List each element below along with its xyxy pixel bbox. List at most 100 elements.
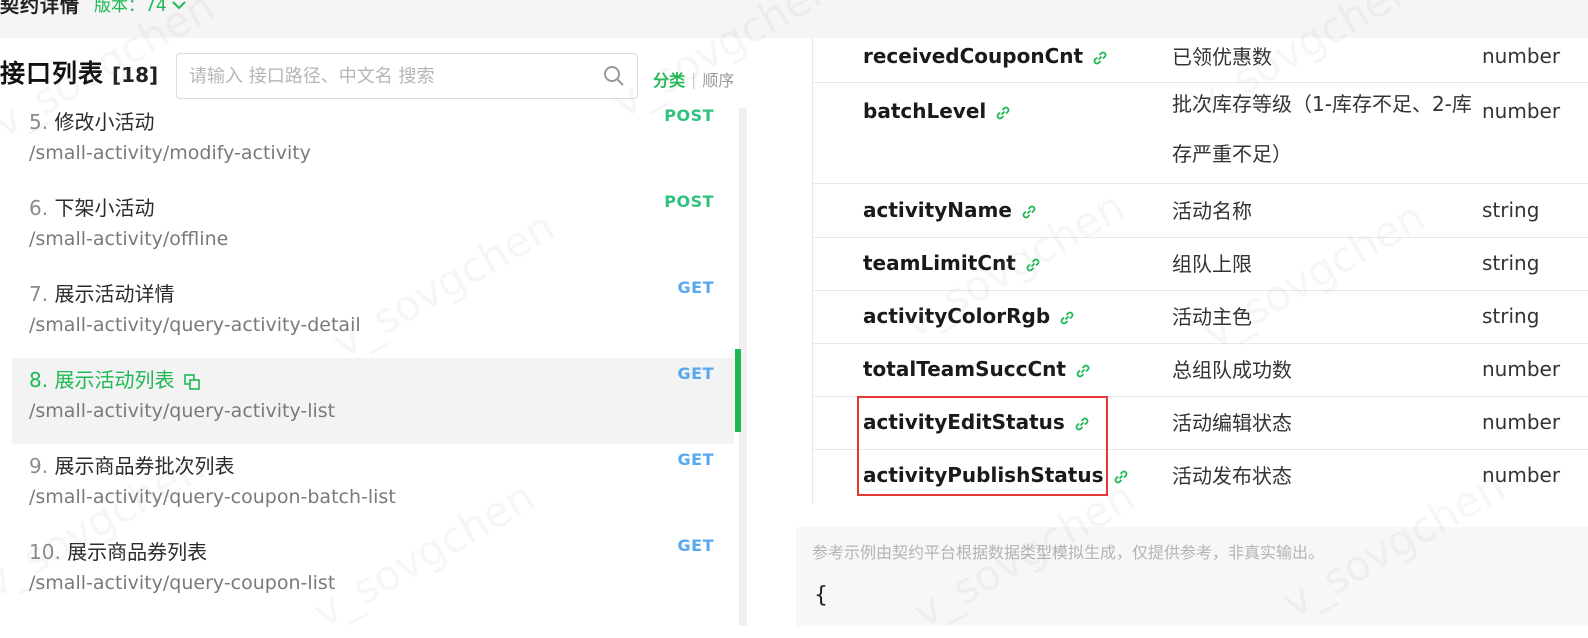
table-row: totalTeamSuccCnt 总组队成功数 number — [812, 344, 1588, 397]
field-name: batchLevel — [863, 99, 987, 123]
api-item-path: /small-activity/offline — [29, 228, 229, 250]
field-name-cell: activityColorRgb — [863, 304, 1076, 328]
api-item-name: 5. 修改小活动 — [29, 106, 154, 135]
field-type: number — [1482, 99, 1561, 123]
api-item-path: /small-activity/query-activity-list — [29, 400, 336, 422]
http-method-badge: GET — [677, 364, 714, 383]
field-description: 组队上限 — [1172, 252, 1252, 276]
field-type: string — [1482, 198, 1540, 222]
field-name-cell: batchLevel — [863, 99, 1012, 123]
field-type: string — [1482, 304, 1540, 328]
field-description: 活动发布状态 — [1172, 464, 1292, 488]
search-icon[interactable] — [603, 65, 625, 87]
api-item-title: 展示商品券批次列表 — [54, 454, 235, 478]
field-type: number — [1482, 463, 1561, 487]
link-icon[interactable] — [1058, 309, 1076, 327]
table-row: activityName 活动名称 string — [812, 184, 1588, 238]
field-name: teamLimitCnt — [863, 251, 1016, 275]
api-item-title: 展示活动列表 — [54, 368, 175, 392]
field-description: 活动主色 — [1172, 305, 1252, 329]
link-icon[interactable] — [1024, 256, 1042, 274]
api-list-header: 接口列表 [18] — [0, 54, 158, 90]
api-list-item[interactable]: 9. 展示商品券批次列表 /small-activity/query-coupo… — [12, 444, 734, 530]
link-icon[interactable] — [1074, 362, 1092, 380]
api-count: [18] — [112, 63, 159, 87]
field-name-cell: teamLimitCnt — [863, 251, 1042, 275]
field-name: totalTeamSuccCnt — [863, 357, 1066, 381]
http-method-badge: GET — [677, 278, 714, 297]
sort-toggle: 分类 | 顺序 — [653, 67, 734, 91]
http-method-badge: GET — [677, 450, 714, 469]
http-method-badge: POST — [664, 106, 714, 125]
api-item-title: 展示活动详情 — [54, 282, 175, 306]
api-list-title: 接口列表 — [0, 59, 105, 88]
api-item-number: 10. — [29, 540, 61, 564]
api-list: 5. 修改小活动 /small-activity/modify-activity… — [12, 100, 734, 616]
selected-item-indicator — [735, 349, 741, 432]
field-type: string — [1482, 251, 1540, 275]
api-item-title: 修改小活动 — [54, 110, 155, 134]
response-example: 参考示例由契约平台根据数据类型模拟生成，仅提供参考，非真实输出。 { — [796, 527, 1588, 626]
table-row: receivedCouponCnt 已领优惠数 number — [812, 38, 1588, 83]
field-name: receivedCouponCnt — [863, 44, 1084, 68]
field-name: activityColorRgb — [863, 304, 1051, 328]
field-name-cell: totalTeamSuccCnt — [863, 357, 1092, 381]
api-list-item[interactable]: 6. 下架小活动 /small-activity/offline POST — [12, 186, 734, 272]
field-description: 活动名称 — [1172, 199, 1252, 223]
example-json-open: { — [814, 583, 828, 608]
link-icon[interactable] — [1091, 49, 1109, 67]
field-type: number — [1482, 357, 1561, 381]
field-name-cell: receivedCouponCnt — [863, 44, 1109, 68]
field-name: activityName — [863, 198, 1012, 222]
api-item-name: 9. 展示商品券批次列表 — [29, 450, 234, 479]
field-description: 活动编辑状态 — [1172, 411, 1292, 435]
field-name-cell: activityName — [863, 198, 1038, 222]
api-search-input[interactable] — [177, 54, 601, 98]
api-list-item[interactable]: 7. 展示活动详情 /small-activity/query-activity… — [12, 272, 734, 358]
api-list-item[interactable]: 10. 展示商品券列表 /small-activity/query-coupon… — [12, 530, 734, 616]
api-item-name: 8. 展示活动列表 — [29, 364, 201, 393]
api-list-item[interactable]: 5. 修改小活动 /small-activity/modify-activity… — [12, 100, 734, 186]
api-list-item-selected[interactable]: 8. 展示活动列表 /small-activity/query-activity… — [12, 358, 734, 444]
version-selector[interactable]: 版本：74 — [94, 0, 187, 16]
page-title: 契约详情 — [0, 0, 81, 17]
http-method-badge: GET — [677, 536, 714, 555]
api-item-number: 5. — [29, 110, 49, 134]
table-row: teamLimitCnt 组队上限 string — [812, 238, 1588, 291]
field-type: number — [1482, 44, 1561, 68]
link-icon[interactable] — [994, 104, 1012, 122]
highlight-annotation-box — [857, 396, 1108, 496]
chevron-down-icon — [171, 0, 186, 9]
api-search-box[interactable] — [176, 53, 638, 99]
api-item-title: 展示商品券列表 — [67, 540, 208, 564]
http-method-badge: POST — [664, 192, 714, 211]
field-type: number — [1482, 410, 1561, 434]
field-description: 批次库存等级（1-库存不足、2-库存严重不足） — [1172, 92, 1472, 166]
api-item-number: 6. — [29, 196, 49, 220]
sort-by-order[interactable]: 顺序 — [702, 67, 734, 91]
api-item-name: 6. 下架小活动 — [29, 192, 154, 221]
version-label: 版本：74 — [94, 0, 167, 16]
api-item-path: /small-activity/query-coupon-batch-list — [29, 486, 396, 508]
link-icon[interactable] — [1020, 203, 1038, 221]
sort-separator: | — [691, 69, 697, 89]
field-description: 已领优惠数 — [1172, 45, 1272, 69]
api-item-title: 下架小活动 — [54, 196, 155, 220]
api-list-panel: 接口列表 [18] 分类 | 顺序 5. 修改小活动 /small-activi… — [0, 38, 772, 626]
field-description: 总组队成功数 — [1172, 358, 1292, 382]
api-item-path: /small-activity/modify-activity — [29, 142, 311, 164]
sort-by-category[interactable]: 分类 — [653, 67, 685, 91]
api-item-number: 7. — [29, 282, 49, 306]
api-item-name: 10. 展示商品券列表 — [29, 536, 207, 565]
link-icon[interactable] — [1112, 468, 1130, 486]
api-item-path: /small-activity/query-activity-detail — [29, 314, 361, 336]
top-bar: 契约详情 版本：74 — [0, 0, 1588, 38]
example-note: 参考示例由契约平台根据数据类型模拟生成，仅提供参考，非真实输出。 — [812, 543, 1325, 562]
api-item-path: /small-activity/query-coupon-list — [29, 572, 336, 594]
api-item-number: 8. — [29, 368, 49, 392]
copy-icon[interactable] — [183, 373, 201, 391]
response-fields-panel: receivedCouponCnt 已领优惠数 number batchLeve… — [772, 38, 1588, 626]
table-row: activityColorRgb 活动主色 string — [812, 291, 1588, 344]
table-row: batchLevel 批次库存等级（1-库存不足、2-库存严重不足） numbe… — [812, 83, 1588, 184]
api-item-name: 7. 展示活动详情 — [29, 278, 174, 307]
